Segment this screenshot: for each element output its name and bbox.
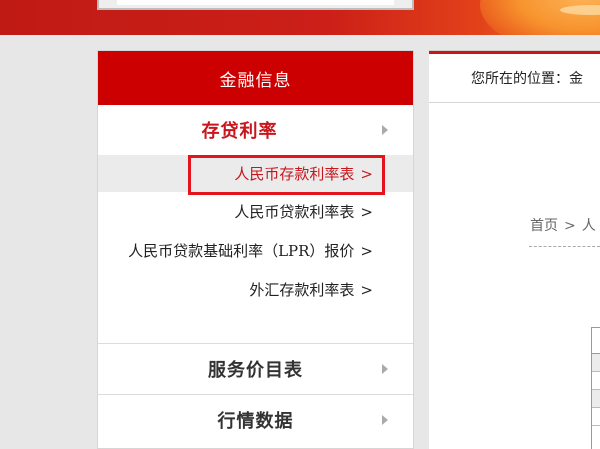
rate-table bbox=[591, 327, 600, 449]
table-header bbox=[592, 328, 600, 354]
sidebar-header-title: 金融信息 bbox=[219, 70, 292, 91]
sidebar-section-label: 服务价目表 bbox=[208, 360, 303, 381]
breadcrumb-home[interactable]: 首页 bbox=[530, 218, 558, 234]
submenu-item-label: 人民币存款利率表 bbox=[234, 165, 355, 183]
main-content: 您所在的位置：金 首页 > 人 bbox=[429, 50, 600, 449]
breadcrumb: 首页 > 人 bbox=[530, 215, 596, 235]
sidebar-menu: 金融信息 存贷利率 人民币存款利率表 > 人民币贷款利率表 > 人民币贷款基础利… bbox=[97, 50, 414, 449]
chevron-right-icon: > bbox=[360, 202, 373, 221]
chevron-right-icon: > bbox=[360, 164, 373, 183]
sidebar-section-service-prices[interactable]: 服务价目表 bbox=[98, 344, 413, 394]
banner-search-box[interactable] bbox=[97, 0, 414, 10]
chevron-right-icon: > bbox=[360, 280, 373, 299]
submenu-item-label: 外汇存款利率表 bbox=[249, 281, 355, 299]
top-banner bbox=[0, 0, 600, 35]
sidebar-section-deposit-loan-rates[interactable]: 存贷利率 bbox=[98, 105, 413, 155]
submenu-item-fx-deposit-rates[interactable]: 外汇存款利率表 > bbox=[98, 270, 413, 309]
table-row bbox=[592, 408, 600, 426]
triangle-right-icon bbox=[382, 414, 388, 425]
chevron-right-icon: > bbox=[360, 241, 373, 260]
table-row bbox=[592, 372, 600, 390]
location-bar: 您所在的位置：金 bbox=[429, 51, 600, 103]
sidebar-section-market-data[interactable]: 行情数据 bbox=[98, 394, 413, 444]
location-label: 您所在的位置：金 bbox=[471, 71, 583, 87]
submenu-item-label: 人民币贷款基础利率（LPR）报价 bbox=[128, 242, 355, 260]
sidebar-header: 金融信息 bbox=[98, 51, 413, 105]
table-row bbox=[592, 390, 600, 408]
breadcrumb-next[interactable]: 人 bbox=[582, 218, 596, 234]
submenu-item-lpr-quote[interactable]: 人民币贷款基础利率（LPR）报价 > bbox=[98, 231, 413, 270]
triangle-right-icon bbox=[382, 364, 388, 374]
sidebar-submenu: 人民币存款利率表 > 人民币贷款利率表 > 人民币贷款基础利率（LPR）报价 >… bbox=[98, 155, 413, 344]
sidebar-section-label: 行情数据 bbox=[217, 410, 294, 432]
triangle-right-icon bbox=[382, 125, 388, 135]
dashed-divider bbox=[529, 246, 600, 247]
submenu-item-rmb-loan-rates[interactable]: 人民币贷款利率表 > bbox=[98, 192, 413, 231]
submenu-item-label: 人民币贷款利率表 bbox=[234, 203, 355, 221]
submenu-item-rmb-deposit-rates[interactable]: 人民币存款利率表 > bbox=[98, 155, 413, 192]
breadcrumb-separator: > bbox=[564, 218, 576, 234]
sidebar-section-label: 存贷利率 bbox=[201, 121, 278, 142]
table-row bbox=[592, 354, 600, 372]
